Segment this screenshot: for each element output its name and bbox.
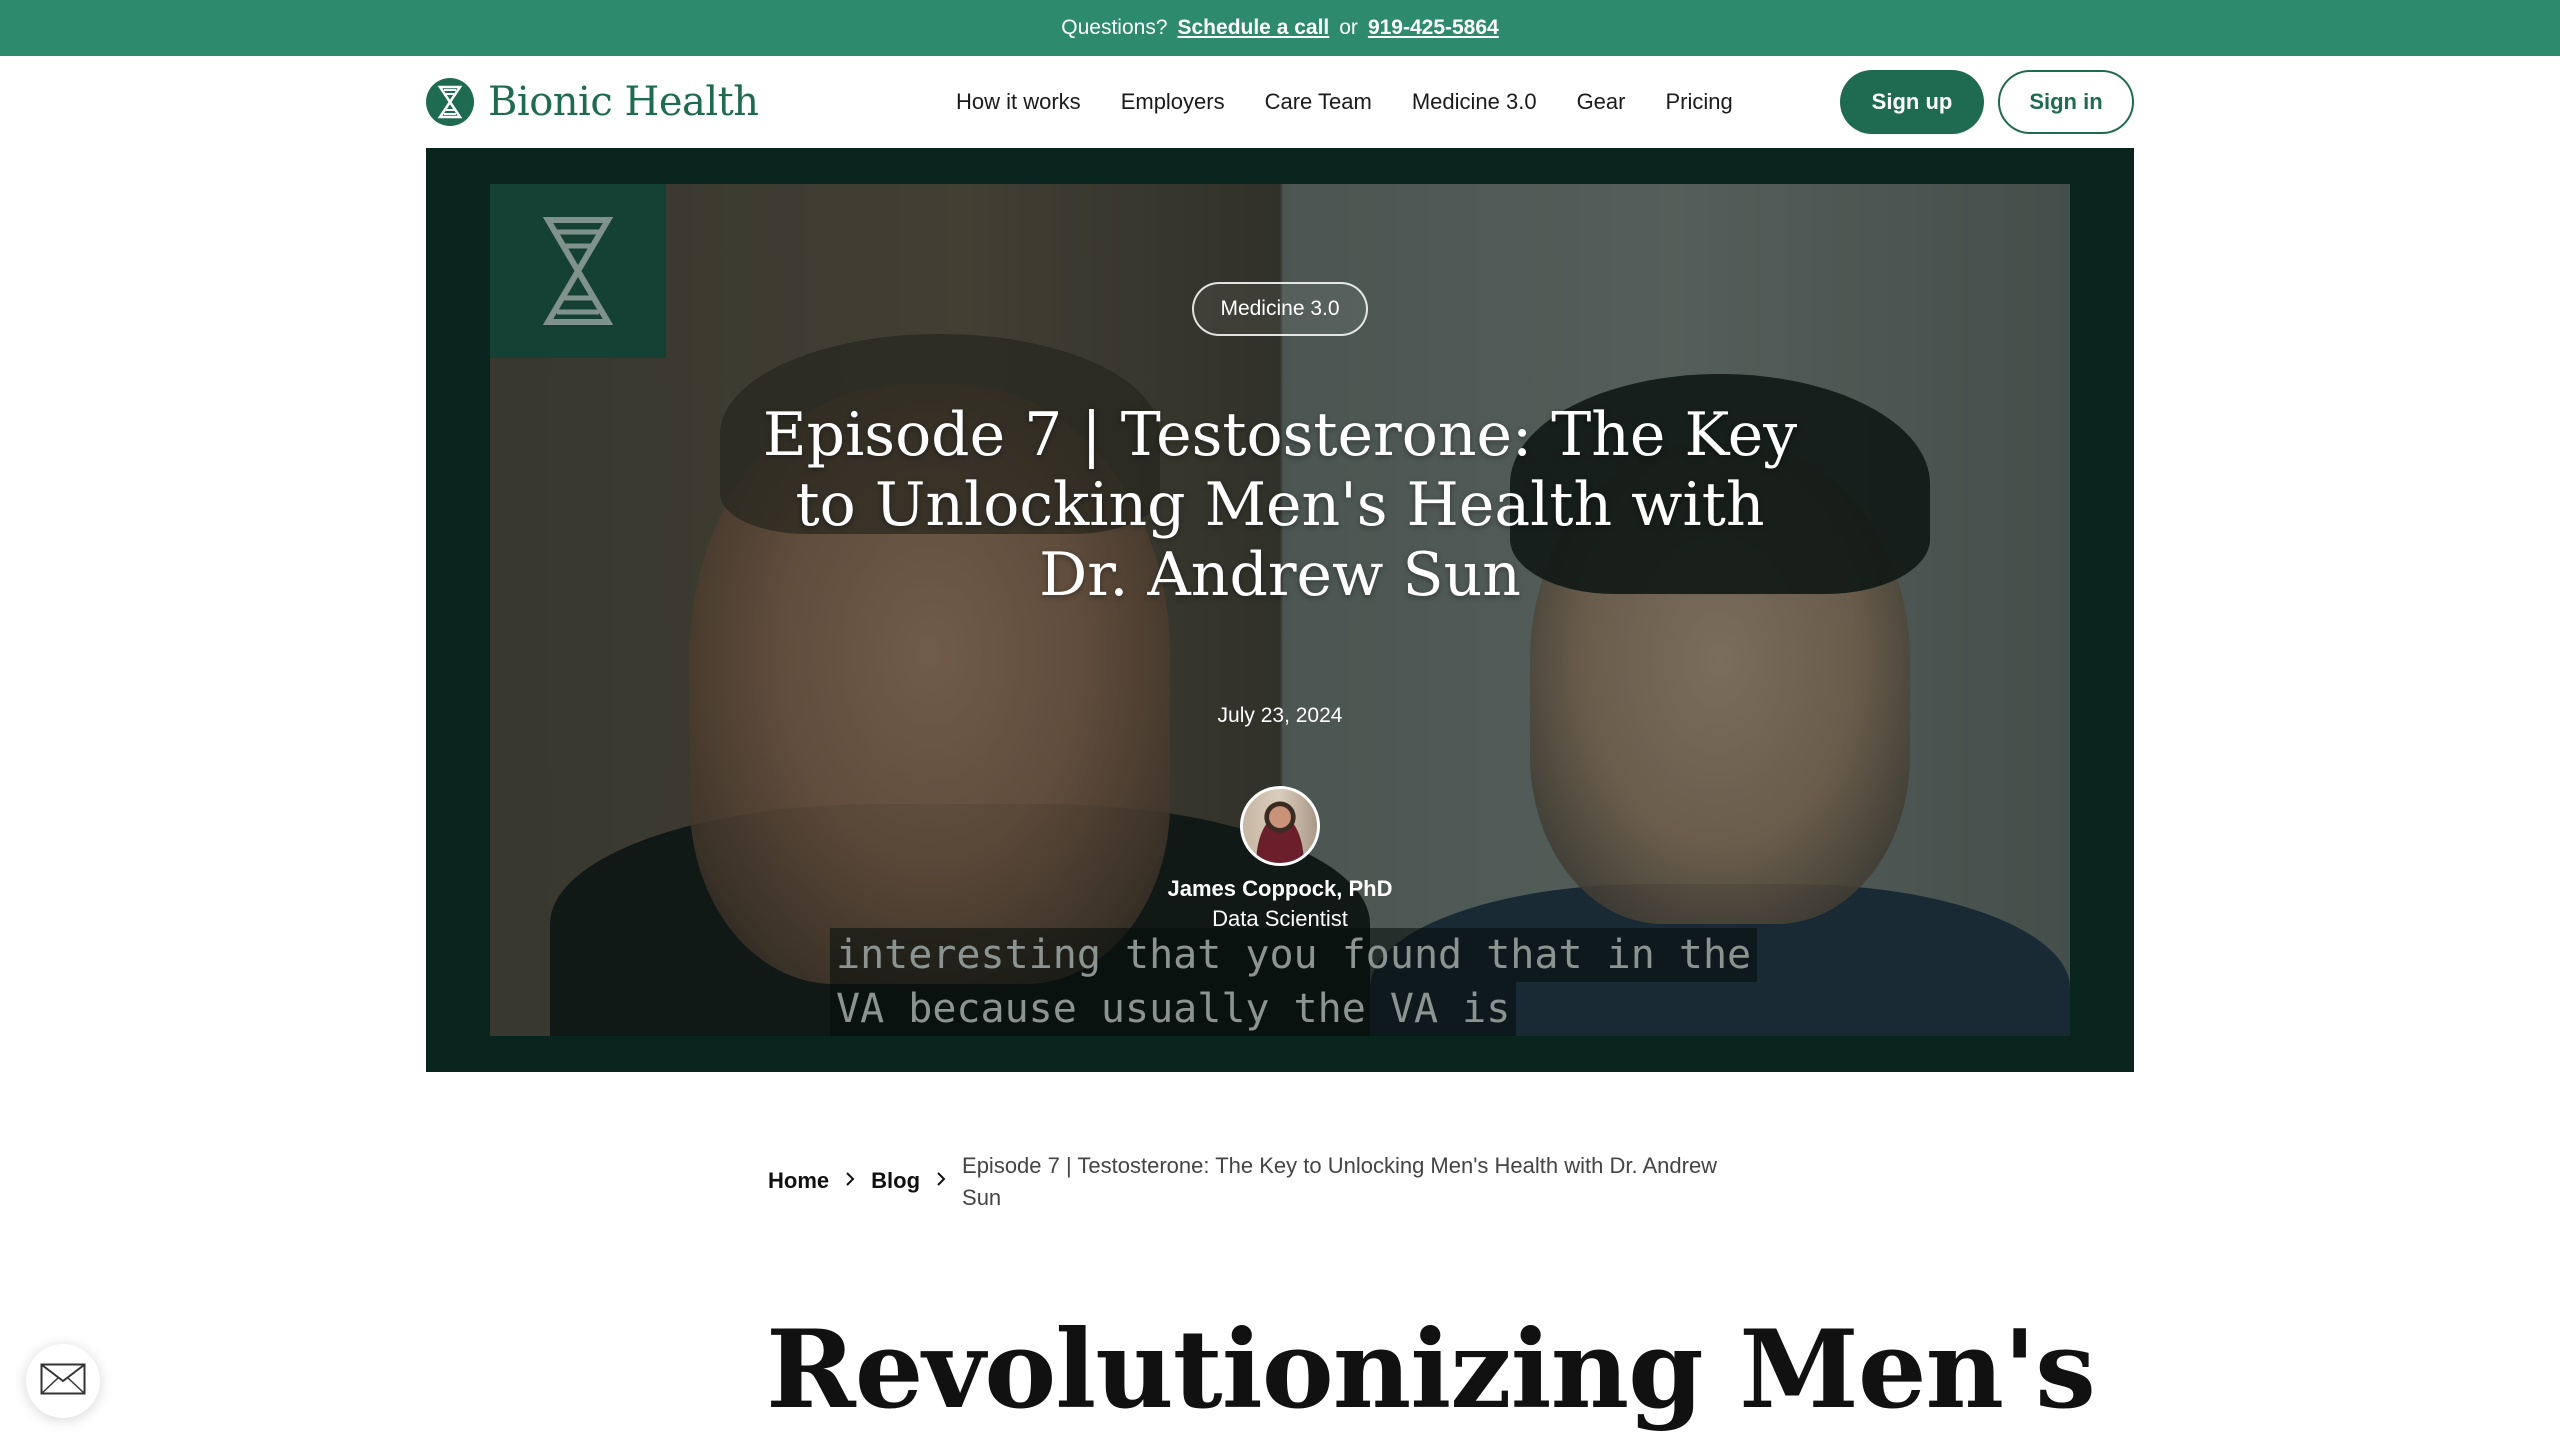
mail-icon xyxy=(40,1363,86,1400)
nav-how-it-works[interactable]: How it works xyxy=(956,89,1081,115)
schedule-call-link[interactable]: Schedule a call xyxy=(1178,16,1330,40)
contact-button[interactable] xyxy=(26,1344,100,1418)
hero-title: Episode 7 | Testosterone: The Key to Unl… xyxy=(762,400,1798,610)
nav-employers[interactable]: Employers xyxy=(1121,89,1225,115)
hourglass-dna-icon xyxy=(426,78,474,126)
breadcrumb-current: Episode 7 | Testosterone: The Key to Unl… xyxy=(962,1153,1718,1210)
site-header: Bionic Health How it works Employers Car… xyxy=(0,56,2560,148)
sign-in-button[interactable]: Sign in xyxy=(1998,70,2134,134)
nav-gear[interactable]: Gear xyxy=(1577,89,1626,115)
breadcrumb: Home Blog Episode 7 | Testosterone: The … xyxy=(768,1150,1788,1214)
author-avatar xyxy=(1240,786,1320,866)
main-nav: How it works Employers Care Team Medicin… xyxy=(956,56,1733,148)
author-role: Data Scientist xyxy=(1212,906,1348,931)
announcement-bar: Questions? Schedule a call or 919-425-58… xyxy=(0,0,2560,56)
sign-up-button[interactable]: Sign up xyxy=(1840,70,1984,134)
nav-medicine-3[interactable]: Medicine 3.0 xyxy=(1412,89,1537,115)
article-heading: Revolutionizing Men's xyxy=(766,1307,2096,1433)
category-tag[interactable]: Medicine 3.0 xyxy=(1192,282,1368,336)
nav-pricing[interactable]: Pricing xyxy=(1665,89,1732,115)
brand-logo[interactable]: Bionic Health xyxy=(426,78,759,126)
phone-link[interactable]: 919-425-5864 xyxy=(1368,16,1499,40)
announcement-text: Questions? xyxy=(1061,16,1168,39)
announcement-or: or xyxy=(1339,16,1358,39)
chevron-right-icon xyxy=(843,1150,857,1197)
chevron-right-icon xyxy=(934,1150,948,1197)
publish-date: July 23, 2024 xyxy=(1217,704,1343,727)
breadcrumb-blog[interactable]: Blog xyxy=(871,1150,920,1197)
breadcrumb-home[interactable]: Home xyxy=(768,1150,829,1197)
nav-care-team[interactable]: Care Team xyxy=(1265,89,1372,115)
author-name: James Coppock, PhD xyxy=(1167,876,1393,901)
brand-name: Bionic Health xyxy=(488,79,759,125)
